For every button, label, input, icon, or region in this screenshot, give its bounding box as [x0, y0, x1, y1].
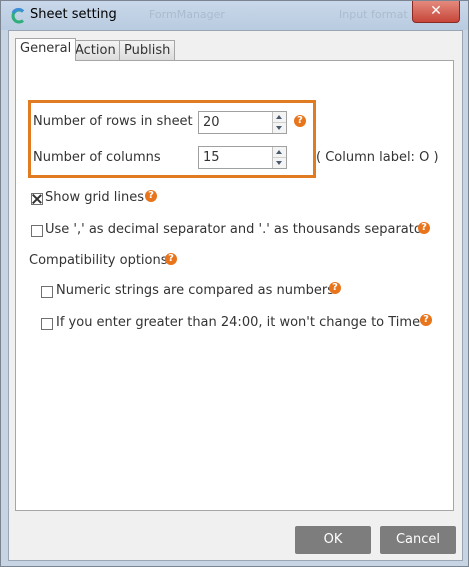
tab-general[interactable]: General [15, 38, 77, 61]
columns-spinner[interactable] [198, 146, 287, 169]
ok-button[interactable]: OK [295, 526, 371, 554]
dialog-title: Sheet setting [30, 7, 117, 22]
rows-spinner[interactable] [198, 111, 287, 134]
grid-lines-help-icon[interactable]: ? [145, 190, 157, 202]
time-over-24-help-icon[interactable]: ? [420, 314, 432, 326]
separator-checkbox[interactable] [31, 225, 43, 237]
rows-help-icon[interactable]: ? [294, 115, 306, 127]
background-window-title: FormManager [149, 8, 225, 21]
title-bar[interactable]: Sheet setting FormManager Input format ✕ [1, 1, 468, 30]
compatibility-heading: Compatibility options [29, 253, 168, 268]
app-icon [11, 8, 25, 24]
numeric-strings-checkbox[interactable] [41, 286, 53, 298]
rows-input[interactable] [199, 112, 273, 133]
increment-arrow-icon[interactable] [273, 112, 286, 123]
dialog-body: General Action Publish Number of rows in… [8, 30, 463, 561]
rows-label: Number of rows in sheet [33, 114, 193, 129]
cancel-button[interactable]: Cancel [380, 526, 456, 554]
time-over-24-checkbox[interactable] [41, 318, 53, 330]
time-over-24-label[interactable]: If you enter greater than 24:00, it won'… [56, 315, 420, 330]
numeric-strings-help-icon[interactable]: ? [329, 282, 341, 294]
increment-arrow-icon[interactable] [273, 147, 286, 158]
columns-label: Number of columns [33, 150, 161, 165]
columns-input[interactable] [199, 147, 273, 168]
compatibility-help-icon[interactable]: ? [165, 253, 177, 265]
rows-spinner-arrows [272, 112, 286, 133]
tab-action[interactable]: Action [70, 40, 121, 60]
close-button[interactable]: ✕ [412, 1, 460, 23]
tab-publish[interactable]: Publish [119, 40, 176, 60]
background-window-title: Input format [339, 8, 408, 21]
show-grid-lines-label[interactable]: Show grid lines [45, 190, 144, 205]
show-grid-lines-checkbox[interactable] [31, 193, 43, 205]
decrement-arrow-icon[interactable] [273, 123, 286, 133]
numeric-strings-label[interactable]: Numeric strings are compared as numbers [56, 283, 334, 298]
columns-spinner-arrows [272, 147, 286, 168]
general-panel: Number of rows in sheet ? Number of colu… [15, 60, 454, 511]
sheet-setting-dialog: Sheet setting FormManager Input format ✕… [0, 0, 469, 567]
decrement-arrow-icon[interactable] [273, 158, 286, 168]
separator-help-icon[interactable]: ? [418, 222, 430, 234]
separator-label[interactable]: Use ',' as decimal separator and '.' as … [45, 222, 427, 237]
column-label-hint: ( Column label: O ) [316, 150, 439, 165]
close-icon: ✕ [430, 3, 442, 19]
